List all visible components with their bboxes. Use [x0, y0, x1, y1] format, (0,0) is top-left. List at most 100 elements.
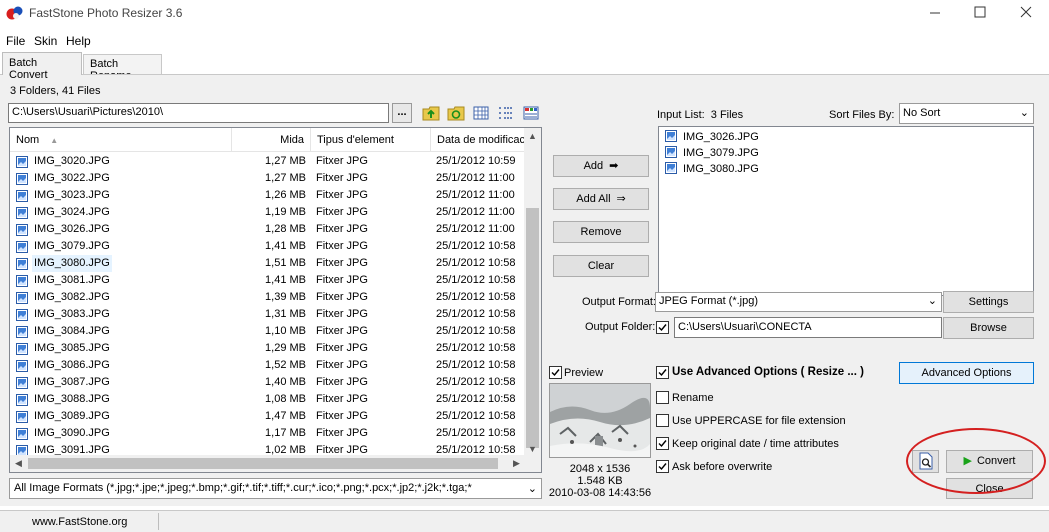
horizontal-scroll-thumb[interactable]	[28, 458, 498, 469]
jpg-file-icon	[16, 326, 28, 338]
clear-button[interactable]: Clear	[553, 255, 649, 277]
keep-date-checkbox[interactable]	[656, 437, 669, 450]
image-format-filter-select[interactable]: All Image Formats (*.jpg;*.jpe;*.jpeg;*.…	[9, 478, 542, 499]
file-size: 1,52 MB	[265, 359, 306, 371]
settings-button[interactable]: Settings	[943, 291, 1034, 313]
table-row[interactable]: IMG_3085.JPG 1,29 MB Fitxer JPG 25/1/2012 1…	[10, 340, 526, 357]
sort-value: No Sort	[903, 107, 941, 119]
file-size: 1,41 MB	[265, 274, 306, 286]
rename-checkbox[interactable]	[656, 391, 669, 404]
output-folder-checkbox[interactable]	[656, 321, 669, 334]
refresh-folder-icon[interactable]	[447, 105, 465, 121]
jpg-file-icon	[16, 343, 28, 355]
file-type: Fitxer JPG	[316, 342, 368, 354]
table-row[interactable]: IMG_3090.JPG 1,17 MB Fitxer JPG 25/1/2012 1…	[10, 425, 526, 442]
scroll-right-icon[interactable]: ▶	[513, 458, 520, 469]
close-window-button[interactable]	[1003, 0, 1049, 28]
table-row[interactable]: IMG_3082.JPG 1,39 MB Fitxer JPG 25/1/2012 1…	[10, 289, 526, 306]
add-button[interactable]: Add ➡	[553, 155, 649, 177]
file-date: 25/1/2012 10:58	[436, 342, 516, 354]
jpg-file-icon	[16, 241, 28, 253]
file-date: 25/1/2012 10:59	[436, 155, 516, 167]
file-list-vertical-scrollbar[interactable]: ▲ ▼	[524, 128, 541, 457]
file-date: 25/1/2012 11:00	[436, 223, 515, 235]
scroll-left-icon[interactable]: ◀	[15, 458, 22, 469]
table-row[interactable]: IMG_3079.JPG 1,41 MB Fitxer JPG 25/1/2012 1…	[10, 238, 526, 255]
column-header-type[interactable]: Tipus d'element	[311, 128, 431, 152]
list-item[interactable]: IMG_3079.JPG	[665, 145, 759, 161]
file-list-horizontal-scrollbar[interactable]: ◀ ▶	[10, 455, 526, 472]
tab-batch-convert[interactable]: Batch Convert	[2, 52, 82, 81]
file-list-header: Nom ▲ Mida Tipus d'element Data de modif…	[10, 128, 526, 152]
file-type: Fitxer JPG	[316, 155, 368, 167]
output-folder-input[interactable]: C:\Users\Usuari\CONECTA	[674, 317, 942, 338]
minimize-button[interactable]	[912, 0, 958, 28]
table-row[interactable]: IMG_3080.JPG 1,51 MB Fitxer JPG 25/1/2012 1…	[10, 255, 526, 272]
close-icon	[1020, 6, 1032, 18]
thumbnail-view-icon[interactable]	[472, 105, 490, 121]
column-header-date[interactable]: Data de modificació	[431, 128, 526, 152]
tab-batch-rename[interactable]: Batch Rename	[83, 54, 162, 82]
browse-folder-button[interactable]: ...	[392, 103, 412, 123]
sort-files-select[interactable]: No Sort ⌄	[899, 103, 1034, 124]
file-size: 1,40 MB	[265, 376, 306, 388]
file-date: 25/1/2012 11:00	[436, 189, 515, 201]
checkmark-icon	[658, 463, 667, 471]
format-filter-value: All Image Formats (*.jpg;*.jpe;*.jpeg;*.…	[14, 482, 472, 494]
file-name: IMG_3023.JPG	[34, 189, 110, 201]
folder-up-icon[interactable]	[422, 105, 440, 121]
scroll-up-icon[interactable]: ▲	[528, 131, 537, 141]
table-row[interactable]: IMG_3088.JPG 1,08 MB Fitxer JPG 25/1/2012 1…	[10, 391, 526, 408]
table-row[interactable]: IMG_3086.JPG 1,52 MB Fitxer JPG 25/1/2012 1…	[10, 357, 526, 374]
vertical-scroll-thumb[interactable]	[526, 208, 539, 448]
table-row[interactable]: IMG_3087.JPG 1,40 MB Fitxer JPG 25/1/2012 1…	[10, 374, 526, 391]
title-bar: FastStone Photo Resizer 3.6	[0, 0, 1049, 28]
advanced-options-button[interactable]: Advanced Options	[899, 362, 1034, 384]
table-row[interactable]: IMG_3024.JPG 1,19 MB Fitxer JPG 25/1/2012 1…	[10, 204, 526, 221]
table-row[interactable]: IMG_3026.JPG 1,28 MB Fitxer JPG 25/1/2012 1…	[10, 221, 526, 238]
column-header-size[interactable]: Mida	[232, 128, 311, 152]
preview-dimensions: 2048 x 1536	[569, 463, 631, 475]
file-name: IMG_3022.JPG	[34, 172, 110, 184]
table-row[interactable]: IMG_3022.JPG 1,27 MB Fitxer JPG 25/1/2012 1…	[10, 170, 526, 187]
file-list[interactable]: Nom ▲ Mida Tipus d'element Data de modif…	[9, 127, 542, 473]
browse-output-button[interactable]: Browse	[943, 317, 1034, 339]
list-item[interactable]: IMG_3026.JPG	[665, 129, 759, 145]
ask-overwrite-checkbox[interactable]	[656, 460, 669, 473]
preview-label: Preview	[564, 367, 604, 379]
list-view-icon[interactable]	[497, 105, 515, 121]
scroll-down-icon[interactable]: ▼	[528, 444, 537, 454]
table-row[interactable]: IMG_3081.JPG 1,41 MB Fitxer JPG 25/1/2012 1…	[10, 272, 526, 289]
preview-checkbox[interactable]	[549, 366, 562, 379]
folder-path-input[interactable]: C:\Users\Usuari\Pictures\2010\	[8, 103, 389, 123]
file-date: 25/1/2012 11:00	[436, 172, 515, 184]
menu-file[interactable]: File	[6, 34, 25, 48]
table-row[interactable]: IMG_3023.JPG 1,26 MB Fitxer JPG 25/1/2012 1…	[10, 187, 526, 204]
menu-skin[interactable]: Skin	[34, 34, 57, 48]
file-name: IMG_3086.JPG	[34, 359, 110, 371]
table-row[interactable]: IMG_3084.JPG 1,10 MB Fitxer JPG 25/1/2012 1…	[10, 323, 526, 340]
details-view-icon[interactable]	[522, 105, 540, 121]
file-size: 1,08 MB	[265, 393, 306, 405]
list-item[interactable]: IMG_3080.JPG	[665, 161, 759, 177]
file-name: IMG_3083.JPG	[34, 308, 110, 320]
jpg-file-icon	[16, 173, 28, 185]
add-all-button[interactable]: Add All ⇒	[553, 188, 649, 210]
advanced-options-checkbox[interactable]	[656, 366, 669, 379]
table-row[interactable]: IMG_3089.JPG 1,47 MB Fitxer JPG 25/1/2012 1…	[10, 408, 526, 425]
output-format-select[interactable]: JPEG Format (*.jpg) ⌄	[655, 292, 942, 312]
preview-filesize: 1.548 KB	[577, 475, 623, 487]
file-size: 1,27 MB	[265, 155, 306, 167]
file-name: IMG_3084.JPG	[34, 325, 110, 337]
column-header-name[interactable]: Nom ▲	[10, 128, 232, 152]
highlight-annotation-ring	[906, 428, 1046, 494]
file-date: 25/1/2012 10:58	[436, 257, 516, 269]
uppercase-extension-checkbox[interactable]	[656, 414, 669, 427]
input-list[interactable]: IMG_3026.JPG IMG_3079.JPG IMG_3080.JPG	[658, 126, 1034, 296]
remove-button[interactable]: Remove	[553, 221, 649, 243]
table-row[interactable]: IMG_3020.JPG 1,27 MB Fitxer JPG 25/1/2012 1…	[10, 153, 526, 170]
table-row[interactable]: IMG_3083.JPG 1,31 MB Fitxer JPG 25/1/2012 1…	[10, 306, 526, 323]
file-type: Fitxer JPG	[316, 274, 368, 286]
maximize-button[interactable]	[957, 0, 1003, 28]
menu-help[interactable]: Help	[66, 34, 91, 48]
